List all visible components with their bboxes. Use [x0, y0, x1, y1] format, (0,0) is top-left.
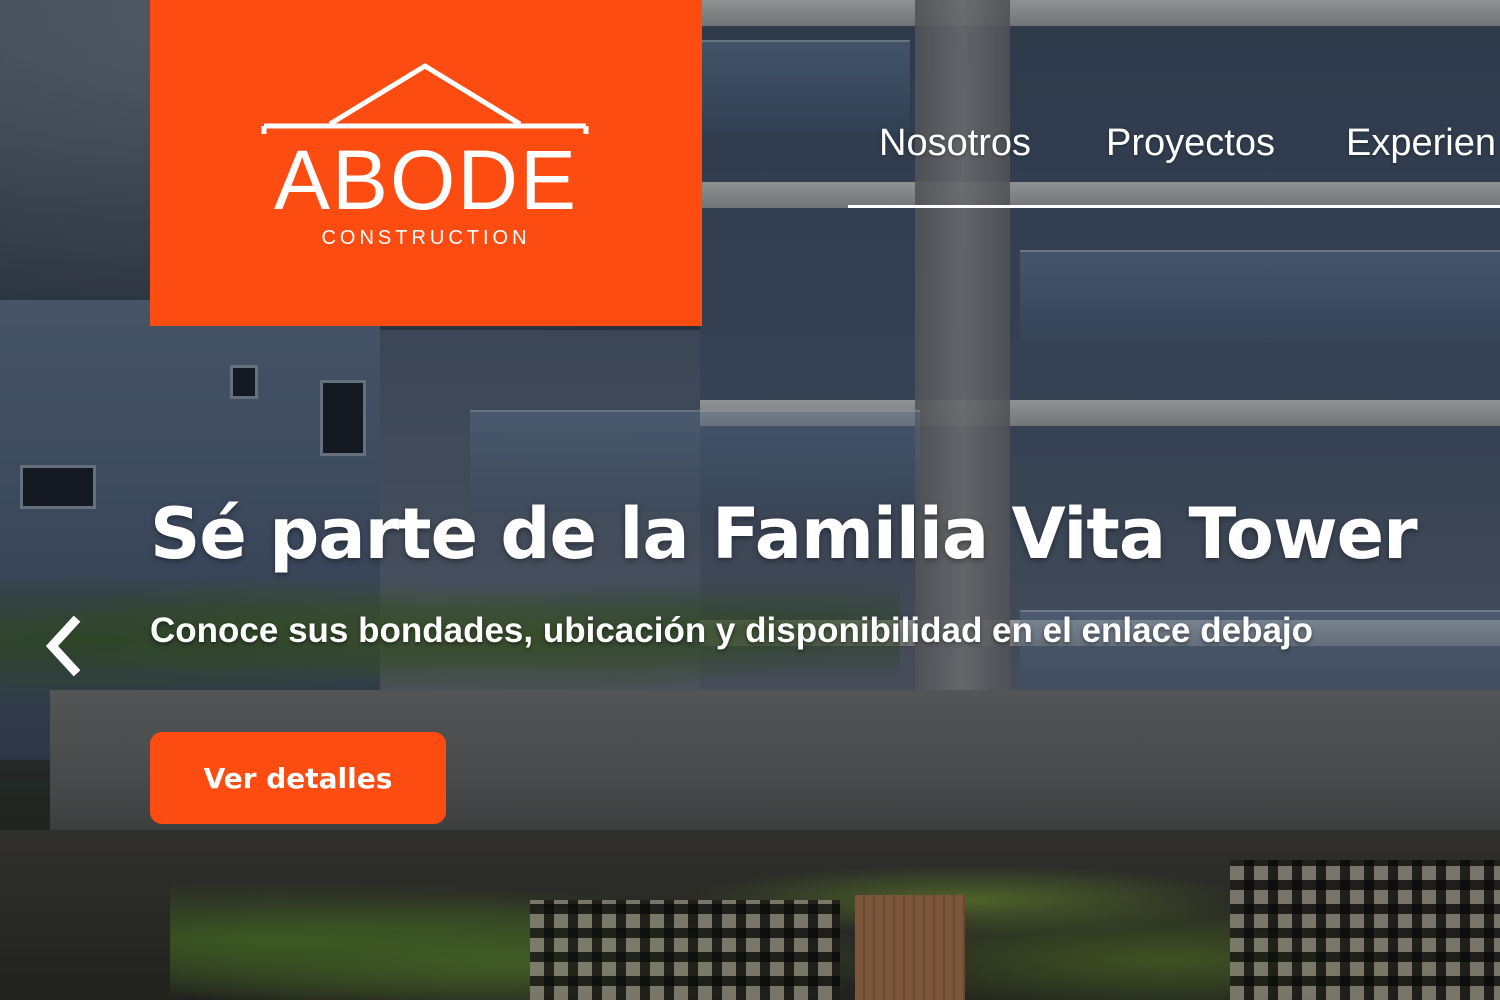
chevron-left-icon — [45, 615, 81, 677]
logo-wordmark: ABODE — [273, 133, 579, 227]
site-logo[interactable]: ABODE CONSTRUCTION — [150, 0, 702, 326]
main-nav: Nosotros Proyectos Experien — [848, 0, 1500, 210]
logo-tagline: CONSTRUCTION — [321, 227, 531, 249]
nav-item-proyectos[interactable]: Proyectos — [1106, 122, 1275, 165]
nav-underline — [848, 205, 1500, 208]
hero-headline: Sé parte de la Familia Vita Tower — [150, 493, 1418, 575]
slider-prev-button[interactable] — [40, 614, 90, 678]
ver-detalles-button[interactable]: Ver detalles — [150, 732, 446, 824]
nav-item-experiencias[interactable]: Experien — [1346, 122, 1496, 165]
nav-item-nosotros[interactable]: Nosotros — [879, 122, 1031, 165]
hero-subheadline: Conoce sus bondades, ubicación y disponi… — [150, 611, 1314, 650]
hero-slider: ABODE CONSTRUCTION Nosotros Proyectos Ex… — [0, 0, 1500, 1000]
